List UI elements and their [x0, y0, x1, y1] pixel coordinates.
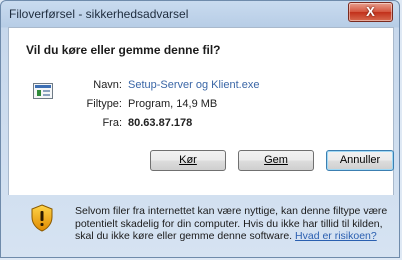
close-button[interactable]: X: [348, 2, 393, 22]
dialog-question: Vil du køre eller gemme denne fil?: [26, 43, 221, 57]
warning-message: Selvom filer fra internettet kan være ny…: [75, 205, 393, 243]
save-button[interactable]: Gem: [238, 150, 314, 171]
window-title: Filoverførsel - sikkerhedsadvarsel: [9, 7, 189, 21]
file-name-label: Navn:: [93, 79, 122, 91]
file-type-label: Filtype:: [86, 98, 122, 110]
cancel-button[interactable]: Annuller: [326, 150, 394, 171]
run-button[interactable]: Kør: [150, 150, 226, 171]
security-shield-icon: [31, 204, 53, 232]
file-source-value: 80.63.87.178: [128, 117, 193, 129]
cancel-button-label: Annuller: [339, 154, 381, 166]
dialog-content: Vil du køre eller gemme denne fil? Navn:…: [8, 27, 394, 195]
save-button-label: Gem: [264, 154, 288, 166]
risk-info-link[interactable]: Hvad er risikoen?: [295, 230, 377, 242]
file-name-value: Setup-Server og Klient.exe: [128, 79, 260, 91]
close-icon: X: [366, 4, 375, 19]
file-type-value: Program, 14,9 MB: [128, 98, 218, 110]
program-file-icon: [33, 83, 53, 99]
security-warning-dialog: Filoverførsel - sikkerhedsadvarsel X Vil…: [0, 0, 400, 258]
warning-area: Selvom filer fra internettet kan være ny…: [8, 194, 392, 252]
run-button-label: Kør: [179, 154, 197, 166]
title-bar[interactable]: Filoverførsel - sikkerhedsadvarsel X: [1, 1, 399, 27]
file-source-label: Fra:: [102, 117, 122, 129]
